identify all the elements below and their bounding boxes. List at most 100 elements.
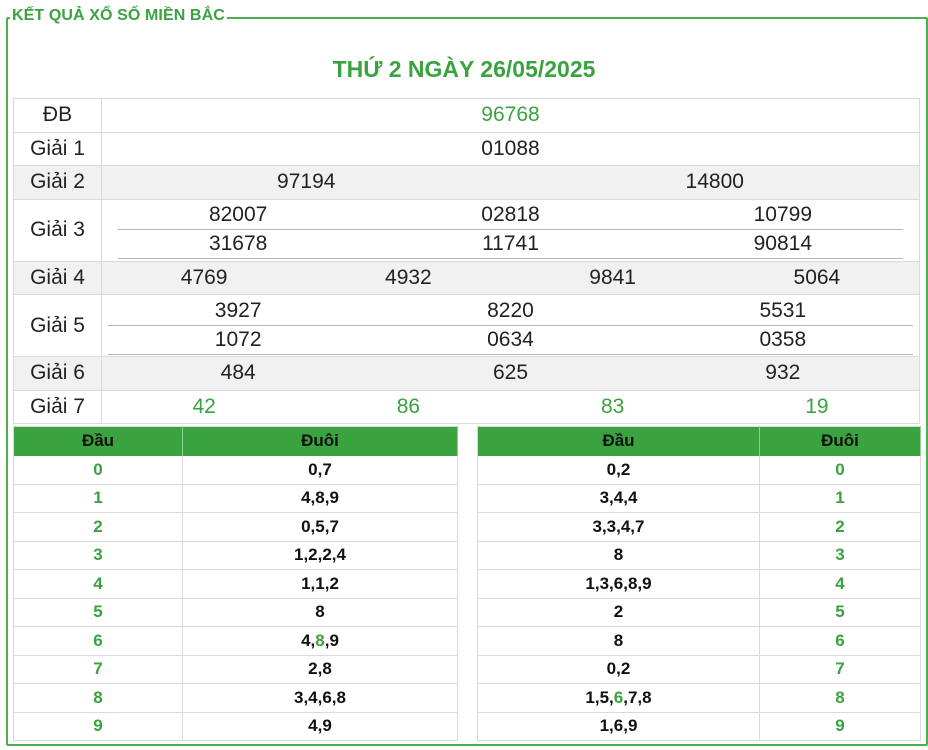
prize-number: 1072 — [214, 327, 262, 351]
prize-number: 4769 — [180, 265, 228, 289]
loto-row: 6 4,8,9 — [13, 626, 458, 656]
prize-row-g3: Giải 3 82007 02818 10799 31678 11741 908… — [13, 198, 920, 262]
loto-row: 3,3,4,7 2 — [477, 512, 921, 542]
loto-row: 83 — [477, 541, 921, 570]
loto-values: 8 — [477, 626, 760, 656]
loto-row: 0,2 0 — [477, 455, 921, 485]
loto-values: 4,8,9 — [182, 484, 458, 513]
loto-row: 0 0,7 — [13, 455, 458, 485]
prize-row-g2: Giải 2 97194 14800 — [13, 165, 920, 200]
loto-values: 8 — [477, 541, 760, 570]
highlighted-number: 6 — [613, 687, 624, 707]
loto-row: 1,5,6,7,8 8 — [477, 683, 921, 713]
loto-key: 3 — [759, 541, 921, 570]
loto-key: 1 — [13, 484, 183, 513]
number-part: ,9 — [324, 630, 339, 650]
loto-row: 58 — [13, 598, 458, 627]
loto-tail-table: Đầu Đuôi 0,2 0 3,4,4 1 3,3,4,7 2 8 3 1,3,6,8,9 4 2… — [477, 426, 921, 741]
loto-head-table: Đầu Đuôi 0 0,7 1 4,8,9 2 0,5,7 3 1,2,2,4 4 1,1,2 5… — [13, 426, 458, 741]
loto-key: 2 — [13, 512, 183, 542]
loto-values: 3,3,4,7 — [477, 512, 760, 542]
loto-key: 4 — [13, 569, 183, 599]
loto-values: 2 — [477, 598, 760, 627]
prize-label: Giải 4 — [13, 260, 102, 295]
loto-row: 1,6,9 9 — [477, 712, 921, 741]
prize-number: 625 — [492, 361, 529, 385]
loto-row: 3 1,2,2,4 — [13, 541, 458, 570]
prize-number: 14800 — [685, 170, 744, 194]
loto-key: 6 — [759, 626, 921, 656]
number-part: 4, — [301, 630, 316, 650]
prize-number: 9841 — [589, 265, 636, 289]
prize-number: 83 — [600, 394, 625, 418]
loto-values: 2,8 — [182, 655, 458, 684]
prize-row-db: ĐB 96768 — [13, 98, 920, 133]
highlighted-number: 8 — [315, 630, 325, 650]
loto-values: 3,4,6,8 — [182, 683, 458, 713]
loto-key: 5 — [759, 598, 921, 627]
loto-key: 8 — [759, 683, 921, 713]
divider — [118, 258, 903, 259]
number-part: 1,5, — [585, 687, 614, 707]
prize-number: 97194 — [277, 170, 336, 194]
section-legend: KẾT QUẢ XỔ SỐ MIỀN BẮC — [10, 7, 227, 25]
prize-number: 0358 — [759, 327, 807, 351]
prize-label: Giải 5 — [13, 294, 102, 357]
loto-values: 1,2,2,4 — [182, 541, 458, 570]
loto-row: 86 — [477, 626, 921, 656]
loto-row: 1,3,6,8,9 4 — [477, 569, 921, 599]
prize-number: 42 — [192, 394, 216, 418]
prize-number: 82007 — [208, 203, 268, 226]
prize-number: 90814 — [753, 232, 813, 255]
loto-key: 1 — [759, 484, 921, 513]
loto-values: 0,7 — [182, 455, 458, 485]
loto-key: 0 — [13, 455, 183, 485]
prize-number: 01088 — [101, 131, 920, 166]
prize-number: 5064 — [793, 265, 841, 289]
loto-row: 3,4,4 1 — [477, 484, 921, 513]
prize-label: Giải 6 — [13, 356, 102, 391]
prize-number: 484 — [220, 361, 256, 385]
loto-values: 8 — [182, 598, 458, 627]
prize-number: 0634 — [487, 327, 534, 351]
loto-key: 7 — [13, 655, 183, 684]
prize-label: Giải 1 — [13, 131, 102, 166]
prize-number: 10799 — [753, 203, 813, 226]
loto-values: 3,4,4 — [477, 484, 760, 513]
loto-key: 9 — [13, 712, 183, 741]
loto-key: 9 — [759, 712, 921, 741]
col-header-duoi: Đuôi — [759, 426, 921, 456]
prize-row-g5: Giải 5 3927 8220 5531 1072 0634 0358 — [13, 294, 920, 357]
prize-label: Giải 7 — [13, 389, 102, 424]
prize-number: 19 — [805, 394, 829, 418]
loto-values: 0,5,7 — [182, 512, 458, 542]
number-part: ,7,8 — [623, 687, 652, 707]
col-header-duoi: Đuôi — [182, 426, 458, 456]
prize-number: 3927 — [214, 298, 262, 322]
loto-values: 4,8,9 — [182, 626, 458, 656]
loto-key: 5 — [13, 598, 183, 627]
loto-row: 7 2,8 — [13, 655, 458, 684]
loto-row: 4 1,1,2 — [13, 569, 458, 599]
prize-row-g7: Giải 7 42 86 83 19 — [13, 389, 920, 424]
loto-key: 0 — [759, 455, 921, 485]
loto-row: 2 0,5,7 — [13, 512, 458, 542]
loto-row: 25 — [477, 598, 921, 627]
loto-values: 4,9 — [182, 712, 458, 741]
prize-row-g6: Giải 6 484 625 932 — [13, 356, 920, 391]
prize-label: Giải 3 — [13, 198, 102, 262]
prize-number: 8220 — [487, 298, 534, 322]
loto-key: 6 — [13, 626, 183, 656]
loto-key: 8 — [13, 683, 183, 713]
results-table: ĐB 96768 Giải 1 01088 Giải 2 97194 14800… — [13, 98, 920, 424]
loto-row: 8 3,4,6,8 — [13, 683, 458, 713]
loto-row: 9 4,9 — [13, 712, 458, 741]
prize-label: ĐB — [13, 98, 102, 133]
loto-values: 0,2 — [477, 455, 760, 485]
loto-values: 1,3,6,8,9 — [477, 569, 760, 599]
prize-number: 4932 — [385, 265, 432, 289]
loto-row: 1 4,8,9 — [13, 484, 458, 513]
loto-values: 1,5,6,7,8 — [477, 683, 760, 713]
prize-label: Giải 2 — [13, 165, 102, 200]
loto-key: 2 — [759, 512, 921, 542]
